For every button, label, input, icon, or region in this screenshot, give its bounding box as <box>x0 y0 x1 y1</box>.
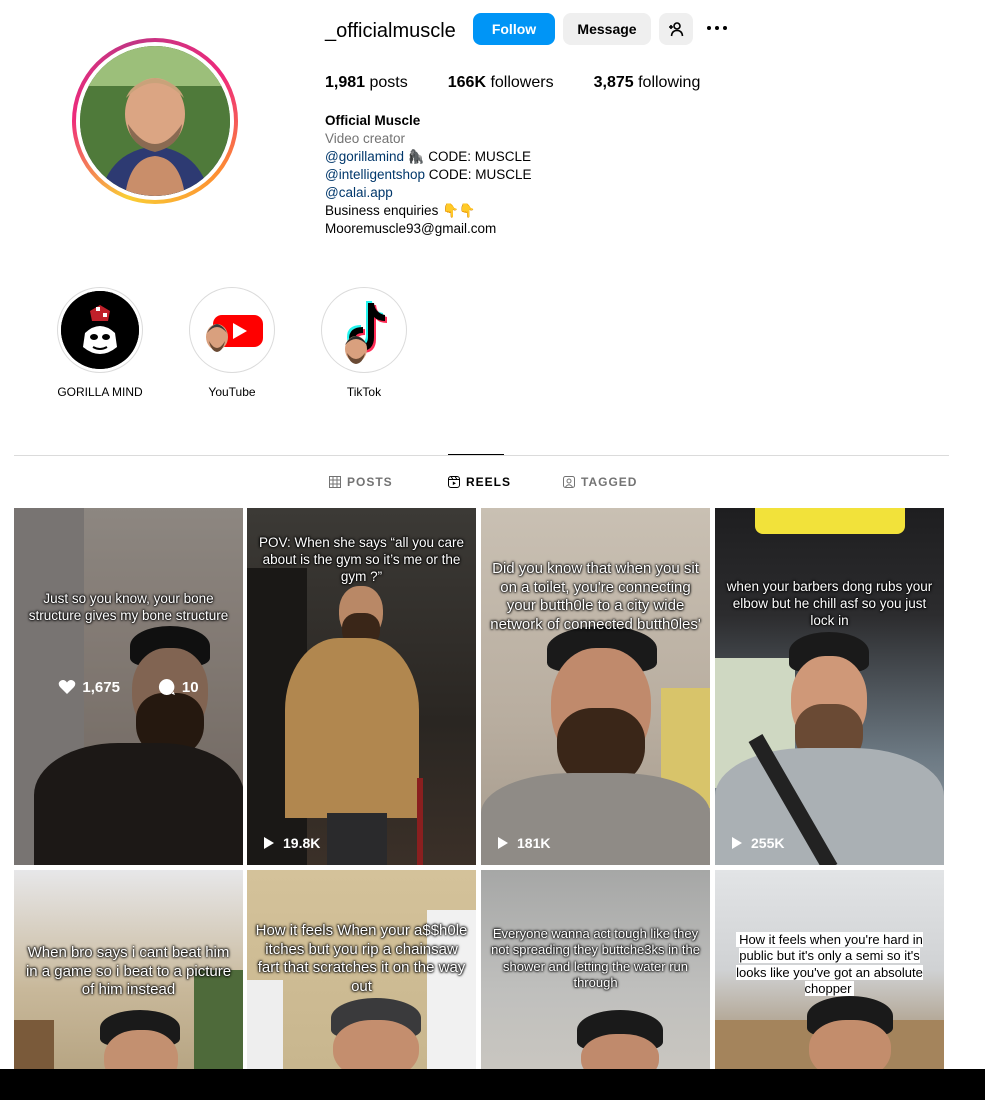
reel-tile[interactable]: How it feels when you're hard in public … <box>715 870 944 1069</box>
highlight-label: GORILLA MIND <box>57 385 143 399</box>
add-user-icon <box>669 22 684 37</box>
play-icon <box>498 837 508 849</box>
message-button[interactable]: Message <box>563 13 651 45</box>
tab-reels[interactable]: REELS <box>448 475 511 489</box>
profile-avatar[interactable] <box>72 38 238 204</box>
comment-icon <box>158 678 175 695</box>
bio-line: @gorillamind 🦍 CODE: MUSCLE <box>325 149 532 164</box>
posts-stat: 1,981 posts <box>325 74 408 91</box>
tabs-divider <box>14 455 949 456</box>
intelligentshop-link[interactable]: @intelligentshop <box>325 167 425 182</box>
following-stat[interactable]: 3,875 following <box>594 74 701 92</box>
tagged-icon <box>563 476 575 488</box>
reel-caption: POV: When she says “all you care about i… <box>258 535 465 584</box>
reel-caption: when your barbers dong rubs your elbow b… <box>726 579 933 628</box>
highlight-gorilla-mind[interactable]: GORILLA MIND <box>57 287 143 399</box>
highlight-label: TikTok <box>346 385 382 399</box>
reel-tile[interactable]: How it feels When your a$$h0le itches bu… <box>247 870 476 1069</box>
bio-business: Business enquiries 👇👇 <box>325 203 476 218</box>
tiktok-icon <box>345 301 387 364</box>
reel-hover-stats: 1,675 10 <box>14 678 243 696</box>
highlight-label: YouTube <box>208 385 256 399</box>
suggested-users-button[interactable] <box>659 13 693 45</box>
reel-tile[interactable]: When bro says i cant beat him in a game … <box>14 870 243 1069</box>
youtube-icon <box>206 315 263 352</box>
play-icon <box>732 837 742 849</box>
more-options-button[interactable] <box>705 18 729 38</box>
gorillamind-link[interactable]: @gorillamind <box>325 149 404 164</box>
tab-posts[interactable]: POSTS <box>329 475 393 489</box>
follow-button[interactable]: Follow <box>473 13 555 45</box>
likes-stat: 1,675 <box>58 678 120 696</box>
avatar-illustration <box>80 46 230 196</box>
reel-tile[interactable]: Everyone wanna act tough like they not s… <box>481 870 710 1069</box>
profile-display-name: Official Muscle <box>325 113 421 128</box>
profile-username: _officialmuscle <box>325 20 456 42</box>
reel-caption: How it feels When your a$$h0le itches bu… <box>255 922 468 995</box>
reels-icon <box>448 476 460 488</box>
reel-caption: How it feels when you're hard in public … <box>736 932 923 996</box>
comments-stat: 10 <box>158 678 199 696</box>
followers-stat[interactable]: 166K followers <box>448 74 554 92</box>
profile-bio: Official Muscle Video creator @gorillami… <box>325 112 532 238</box>
reel-tile[interactable]: Did you know that when you sit on a toil… <box>481 508 710 865</box>
bottom-black-bar <box>0 1069 985 1100</box>
reel-caption: Everyone wanna act tough like they not s… <box>491 926 700 990</box>
heart-icon <box>59 680 76 694</box>
reel-caption: When bro says i cant beat him in a game … <box>25 944 232 998</box>
reel-tile[interactable]: when your barbers dong rubs your elbow b… <box>715 508 944 865</box>
gorilla-icon <box>61 291 139 369</box>
reel-caption: Did you know that when you sit on a toil… <box>490 560 701 633</box>
reel-views: 255K <box>731 835 784 851</box>
highlight-tiktok[interactable]: TikTok <box>321 287 407 399</box>
reel-views: 181K <box>497 835 550 851</box>
more-icon <box>707 26 727 30</box>
grid-icon <box>329 476 341 488</box>
bio-line: @calai.app <box>325 184 532 202</box>
avatar-photo <box>80 46 230 196</box>
bio-line: @intelligentshop CODE: MUSCLE <box>325 167 532 182</box>
highlight-youtube[interactable]: YouTube <box>189 287 275 399</box>
profile-category: Video creator <box>325 131 406 146</box>
play-icon <box>264 837 274 849</box>
reel-caption: Just so you know, your bone structure gi… <box>28 591 229 623</box>
active-tab-indicator <box>448 454 504 455</box>
calai-link[interactable]: @calai.app <box>325 185 393 200</box>
profile-stats: 1,981 posts 166K followers 3,875 followi… <box>325 74 740 92</box>
bio-email: Mooremuscle93@gmail.com <box>325 221 497 236</box>
reel-tile[interactable]: Just so you know, your bone structure gi… <box>14 508 243 865</box>
reel-tile[interactable]: POV: When she says “all you care about i… <box>247 508 476 865</box>
reel-views: 19.8K <box>263 835 320 851</box>
tab-tagged[interactable]: TAGGED <box>563 475 637 489</box>
